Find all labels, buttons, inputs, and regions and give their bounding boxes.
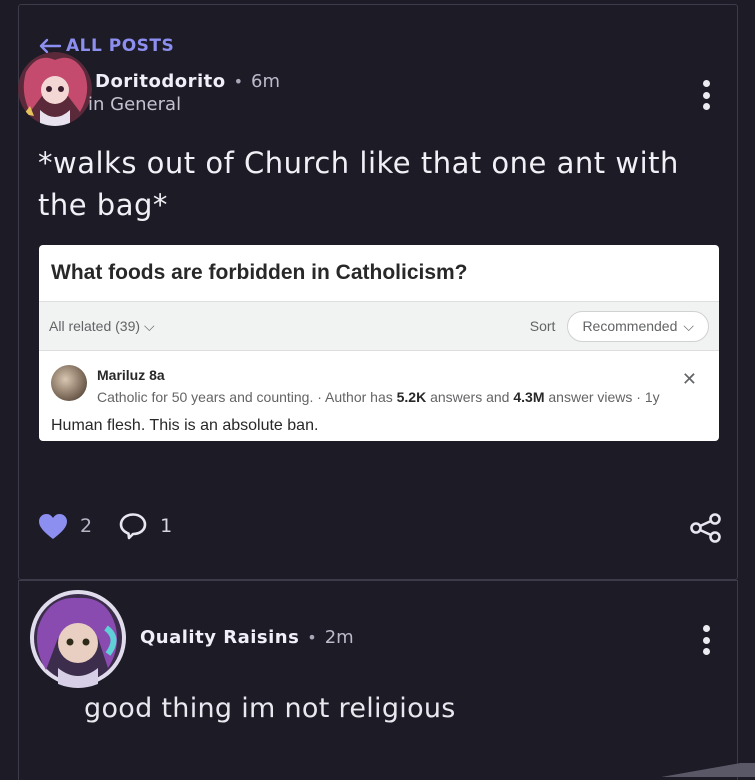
cred-suffix: answer views · 1y (544, 389, 660, 405)
cred-views: 4.3M (513, 389, 545, 405)
like-count: 2 (80, 515, 93, 537)
heart-icon[interactable] (38, 513, 68, 540)
author-avatar[interactable] (18, 52, 92, 126)
reply-more-menu-icon[interactable] (701, 625, 711, 655)
reply-author-avatar[interactable] (28, 588, 128, 688)
embedded-screenshot: What foods are forbidden in Catholicism?… (39, 245, 719, 441)
embed-related-label: All related (39) (49, 317, 141, 334)
embed-answerer-avatar (51, 365, 87, 401)
cred-prefix: Catholic for 50 years and counting. · Au… (97, 389, 397, 405)
corner-decoration (645, 763, 755, 777)
cred-answers: 5.2K (396, 389, 427, 405)
cred-mid: answers and (426, 389, 514, 405)
chevron-down-icon: ⌵ (683, 317, 694, 334)
post-community[interactable]: in General (88, 94, 181, 115)
post-author-name[interactable]: Doritodorito (95, 71, 226, 92)
embed-sort: Sort Recommended ⌵ (529, 310, 709, 342)
embed-question: What foods are forbidden in Catholicism? (39, 245, 719, 302)
post-actions: 2 1 (38, 512, 172, 540)
embed-sort-label: Sort (529, 318, 556, 334)
embed-answer-text: Human flesh. This is an absolute ban. (51, 417, 319, 434)
post-body: *walks out of Church like that one ant w… (38, 146, 679, 222)
embed-answerer-credentials: Catholic for 50 years and counting. · Au… (97, 389, 660, 405)
embed-related-filter: All related (39) ⌵ (49, 318, 155, 335)
post-more-menu-icon[interactable] (701, 80, 711, 110)
embed-answer-header: Mariluz 8a Catholic for 50 years and cou… (39, 351, 719, 413)
reply-body: good thing im not religious (84, 693, 456, 724)
embed-sort-pill: Recommended ⌵ (567, 310, 709, 342)
all-posts-label: ALL POSTS (66, 36, 175, 56)
chevron-down-icon: ⌵ (143, 317, 155, 334)
separator-dot: • (307, 628, 317, 647)
reply-time: 2m (324, 627, 354, 648)
embed-answerer-name: Mariluz 8a (97, 367, 165, 383)
separator-dot: • (233, 72, 244, 91)
reply-author-row: Quality Raisins • 2m (140, 627, 354, 648)
comment-count: 1 (160, 515, 173, 537)
share-icon[interactable] (690, 513, 722, 543)
comment-card (18, 580, 738, 780)
post-author-row: Doritodorito • 6m (95, 71, 280, 92)
close-icon: ✕ (681, 369, 697, 389)
comment-icon[interactable] (118, 512, 148, 540)
post-time: 6m (251, 71, 281, 92)
embed-sort-value: Recommended (582, 318, 678, 334)
embed-filter-bar: All related (39) ⌵ Sort Recommended ⌵ (39, 302, 719, 351)
reply-author-name[interactable]: Quality Raisins (140, 627, 299, 648)
